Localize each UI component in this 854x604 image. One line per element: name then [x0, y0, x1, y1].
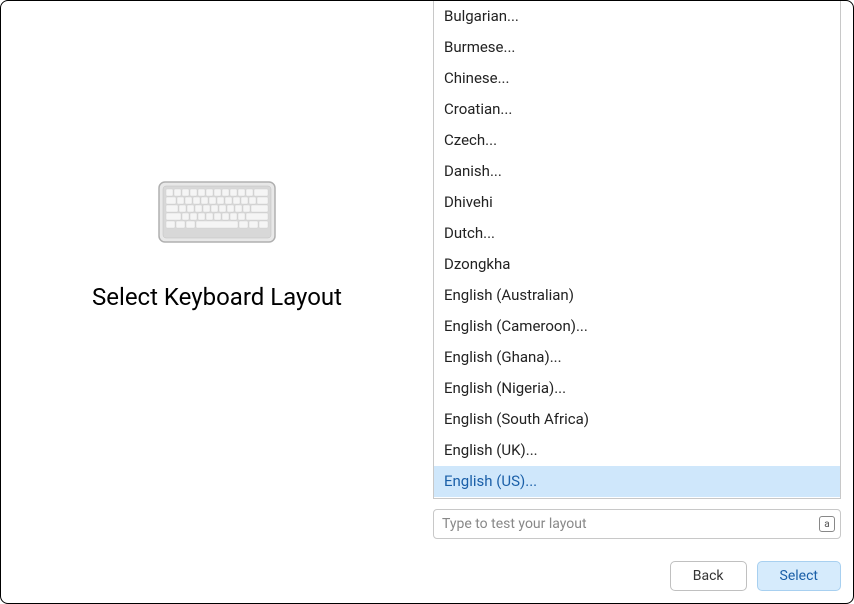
- layout-item[interactable]: English (Nigeria)...: [434, 373, 840, 404]
- content-area: Select Keyboard Layout Bulgarian...Burme…: [1, 1, 853, 551]
- layout-item[interactable]: Croatian...: [434, 94, 840, 125]
- layout-item[interactable]: Dutch...: [434, 218, 840, 249]
- layout-item[interactable]: English (UK)...: [434, 435, 840, 466]
- page-title: Select Keyboard Layout: [92, 283, 342, 311]
- layout-item[interactable]: English (Australian): [434, 280, 840, 311]
- layout-item[interactable]: Danish...: [434, 156, 840, 187]
- layout-item[interactable]: English (Cameroon)...: [434, 311, 840, 342]
- layout-item[interactable]: Dhivehi: [434, 187, 840, 218]
- keyboard-layout-dialog: Select Keyboard Layout Bulgarian...Burme…: [0, 0, 854, 604]
- layout-item[interactable]: Burmese...: [434, 32, 840, 63]
- test-input-wrapper: a: [433, 509, 841, 539]
- layout-item[interactable]: English (South Africa): [434, 404, 840, 435]
- select-button[interactable]: Select: [757, 561, 841, 591]
- left-panel: Select Keyboard Layout: [1, 1, 433, 551]
- layout-item[interactable]: English (Ghana)...: [434, 342, 840, 373]
- layout-item[interactable]: Bulgarian...: [434, 1, 840, 32]
- test-layout-input[interactable]: [433, 509, 841, 539]
- layout-item[interactable]: English (US)...: [434, 466, 840, 497]
- keyboard-icon: [158, 181, 276, 243]
- keyboard-indicator-icon: a: [819, 516, 835, 532]
- layout-item[interactable]: Dzongkha: [434, 249, 840, 280]
- layout-item[interactable]: Czech...: [434, 125, 840, 156]
- button-bar: Back Select: [1, 551, 853, 603]
- layout-item[interactable]: Chinese...: [434, 63, 840, 94]
- layout-list[interactable]: Bulgarian...Burmese...Chinese...Croatian…: [433, 1, 841, 499]
- right-panel: Bulgarian...Burmese...Chinese...Croatian…: [433, 1, 853, 551]
- back-button[interactable]: Back: [670, 561, 747, 591]
